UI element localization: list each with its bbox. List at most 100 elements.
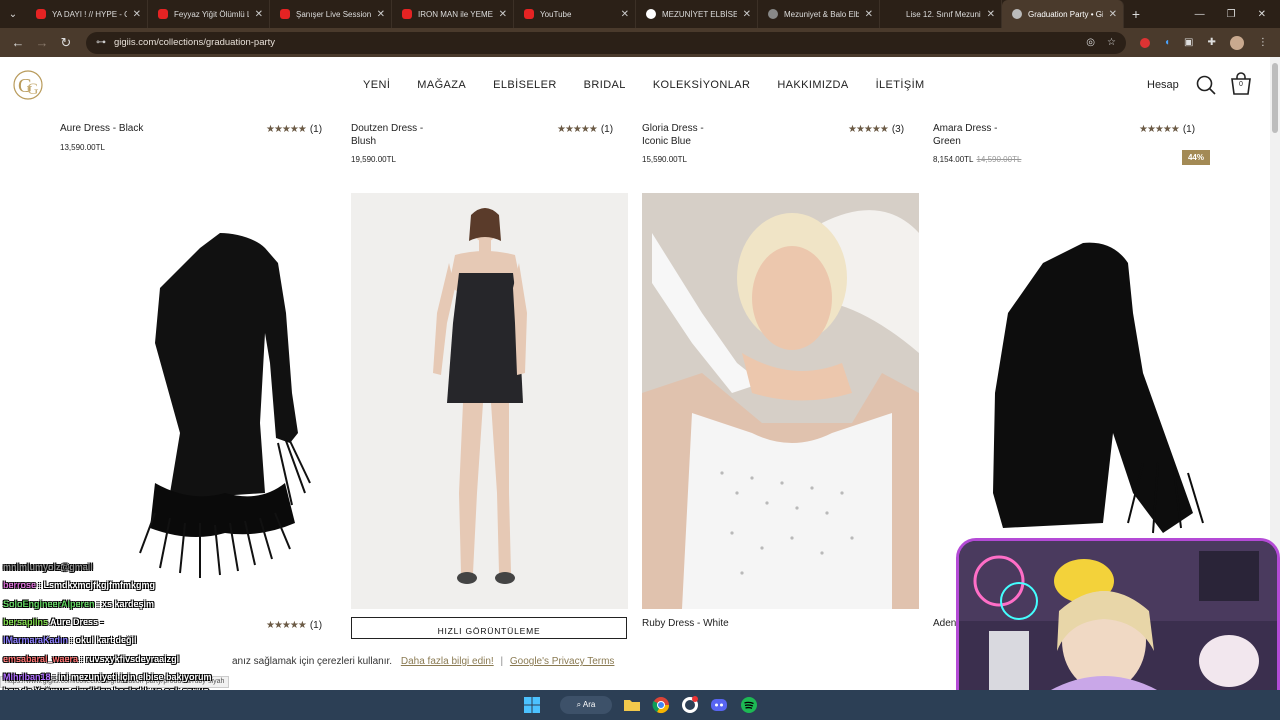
browser-menu-icon[interactable]: ⋮ (1258, 37, 1268, 48)
learn-more-link[interactable]: Daha fazla bilgi edin! (401, 656, 494, 667)
product-card-gloria[interactable]: Gloria Dress - Iconic Blue 15,590.00TL (642, 123, 722, 164)
discount-badge: 44% (1182, 150, 1210, 165)
chat-username: mnlmlumyolz@gmail (3, 562, 93, 572)
chat-username: emsabaral_waera (3, 654, 79, 664)
nav-item[interactable]: BRIDAL (584, 79, 626, 91)
extensions-puzzle-icon[interactable]: ✚ (1208, 37, 1216, 48)
nav-item[interactable]: MAĞAZA (417, 79, 466, 91)
browser-tab[interactable]: Feyyaz Yiğit Ölümlü L ✕ (148, 0, 270, 28)
cookie-text: anız sağlamak için çerezleri kullanır. (232, 656, 393, 667)
close-tab-icon[interactable]: ✕ (1109, 9, 1117, 20)
chat-message: emsabaral_waera: ruvsxykfivsdeyraaizgl (3, 654, 179, 664)
profile-avatar[interactable] (1229, 35, 1244, 50)
close-tab-icon[interactable]: ✕ (621, 9, 629, 20)
svg-text:G: G (27, 81, 39, 98)
quick-view-button[interactable]: HIZLI GÖRÜNTÜLEME (351, 617, 627, 639)
close-tab-icon[interactable]: ✕ (987, 9, 995, 20)
product-price: 19,590.00TL (351, 155, 396, 164)
tab-title: Mezuniyet & Balo Elb (784, 9, 859, 19)
url-text: gigiis.com/collections/graduation-party (114, 37, 276, 48)
tab-title: YA DAYI ! // HYPE - C (52, 9, 127, 19)
close-tab-icon[interactable]: ✕ (865, 9, 873, 20)
youtube-favicon-icon (158, 9, 168, 19)
product-rating: ★★★★★ (1) (266, 124, 323, 135)
chat-message: berrose: Lsmdkxmcjfkgjfmfmkgmg (3, 580, 155, 590)
nav-item[interactable]: ELBİSELER (493, 79, 557, 91)
chat-text: Aure Dress - (50, 617, 104, 627)
browser-tab[interactable]: Graduation Party • Gi ✕ (1002, 0, 1124, 28)
extension-wave-icon[interactable]: ◖ (1164, 37, 1170, 48)
chat-text: : Lsmdkxmcjfkgjfmfmkgmg (38, 580, 156, 590)
address-bar[interactable]: ⊶ gigiis.com/collections/graduation-part… (86, 31, 1126, 54)
gigiis-logo[interactable]: G G (12, 69, 48, 101)
chat-text: : xs kardeşim (96, 599, 155, 609)
eye-slash-icon[interactable]: ◎ (1086, 37, 1095, 48)
close-tab-icon[interactable]: ✕ (255, 9, 263, 20)
extension-red-icon[interactable] (1140, 37, 1150, 48)
product-image-ruby-white-dress[interactable] (642, 193, 919, 609)
search-icon[interactable] (1196, 75, 1216, 95)
product-image-black-feather-dress[interactable] (60, 193, 338, 613)
forward-icon[interactable]: → (30, 35, 54, 50)
browser-tab[interactable]: Lise 12. Sınıf Mezuniy ✕ (880, 0, 1002, 28)
youtube-favicon-icon (36, 9, 46, 19)
product-name[interactable]: Aure Dress - Black (60, 123, 180, 136)
nav-item[interactable]: HAKKIMIZDA (777, 79, 848, 91)
product-name-aden[interactable]: Aden (933, 618, 956, 629)
browser-tab[interactable]: Mezuniyet & Balo Elb ✕ (758, 0, 880, 28)
taskbar-search[interactable]: ⌕ Ara (560, 696, 612, 714)
site-info-icon[interactable]: ⊶ (96, 37, 106, 48)
product-card-amara[interactable]: Amara Dress - Green 8,154.00TL 14,590.00T… (933, 123, 1053, 164)
browser-tab[interactable]: YA DAYI ! // HYPE - C ✕ (26, 0, 148, 28)
chat-message: bersaplins Aure Dress - (3, 617, 104, 627)
browser-tab[interactable]: IRON MAN ile YEMEK ✕ (392, 0, 514, 28)
nav-item[interactable]: KOLEKSİYONLAR (653, 79, 751, 91)
youtube-favicon-icon (280, 9, 290, 19)
scrollbar-thumb[interactable] (1272, 63, 1278, 133)
product-name-ruby-white[interactable]: Ruby Dress - White (642, 618, 729, 629)
account-link[interactable]: Hesap (1147, 79, 1179, 91)
close-tab-icon[interactable]: ✕ (133, 9, 141, 20)
close-tab-icon[interactable]: ✕ (743, 9, 751, 20)
browser-tab[interactable]: YouTube ✕ (514, 0, 636, 28)
browser-tab[interactable]: MEZUNİYET ELBİSELE ✕ (636, 0, 758, 28)
chat-username: bersaplins (3, 617, 49, 627)
new-tab-button[interactable]: + (1124, 6, 1148, 22)
reload-icon[interactable]: ↻ (54, 35, 78, 51)
chrome-icon[interactable] (652, 696, 670, 714)
bookmark-star-icon[interactable]: ☆ (1107, 37, 1116, 48)
windows-start-icon[interactable] (523, 696, 541, 714)
tab-search-chevron-icon[interactable]: ⌄ (0, 0, 26, 28)
github-icon[interactable] (681, 696, 699, 714)
product-image-ruby-black-dress[interactable] (351, 193, 628, 609)
close-window-icon[interactable]: ✕ (1258, 9, 1266, 20)
browser-tab[interactable]: Şanışer Live Sessions ✕ (270, 0, 392, 28)
discord-icon[interactable] (710, 696, 728, 714)
product-image-aden-black-dress[interactable] (933, 193, 1211, 543)
product-card-aure[interactable]: Aure Dress - Black 13,590.00TL (60, 123, 180, 152)
spotify-icon[interactable] (740, 696, 758, 714)
product-name[interactable]: Gloria Dress - Iconic Blue (642, 123, 722, 148)
chat-username: IMarmaraKadın (3, 635, 69, 645)
nav-item[interactable]: İLETİŞİM (876, 79, 925, 91)
back-icon[interactable]: ← (6, 35, 30, 50)
minimize-icon[interactable]: — (1195, 9, 1205, 20)
close-tab-icon[interactable]: ✕ (499, 9, 507, 20)
tab-title: Graduation Party • Gi (1028, 9, 1103, 19)
privacy-terms-link[interactable]: Google's Privacy Terms (510, 656, 615, 667)
product-name[interactable]: Amara Dress - Green (933, 123, 1013, 148)
tab-title: IRON MAN ile YEMEK (418, 9, 493, 19)
close-tab-icon[interactable]: ✕ (377, 9, 385, 20)
main-navigation: YENİ MAĞAZA ELBİSELER BRIDAL KOLEKSİYONLAR HA… (363, 79, 952, 91)
nav-item[interactable]: YENİ (363, 79, 390, 91)
product-card-doutzen[interactable]: Doutzen Dress - Blush 19,590.00TL (351, 123, 431, 164)
product-rating: ★★★★★ (1) (1139, 124, 1196, 135)
restore-icon[interactable]: ❐ (1227, 9, 1236, 20)
product-price: 8,154.00TL 14,590.00TL (933, 155, 1022, 164)
product-name[interactable]: Doutzen Dress - Blush (351, 123, 431, 148)
chat-text: : ini mezuniyeti için elbise bakıyorum (52, 672, 212, 682)
browser-tab-strip: ⌄ YA DAYI ! // HYPE - C ✕ Feyyaz Yiğit Ölü… (0, 0, 1280, 28)
site-header: G G YENİ MAĞAZA ELBİSELER BRIDAL KOLEKSİYONL… (0, 57, 1270, 113)
extension-box-icon[interactable]: ▣ (1184, 37, 1193, 48)
file-explorer-icon[interactable] (623, 696, 641, 714)
